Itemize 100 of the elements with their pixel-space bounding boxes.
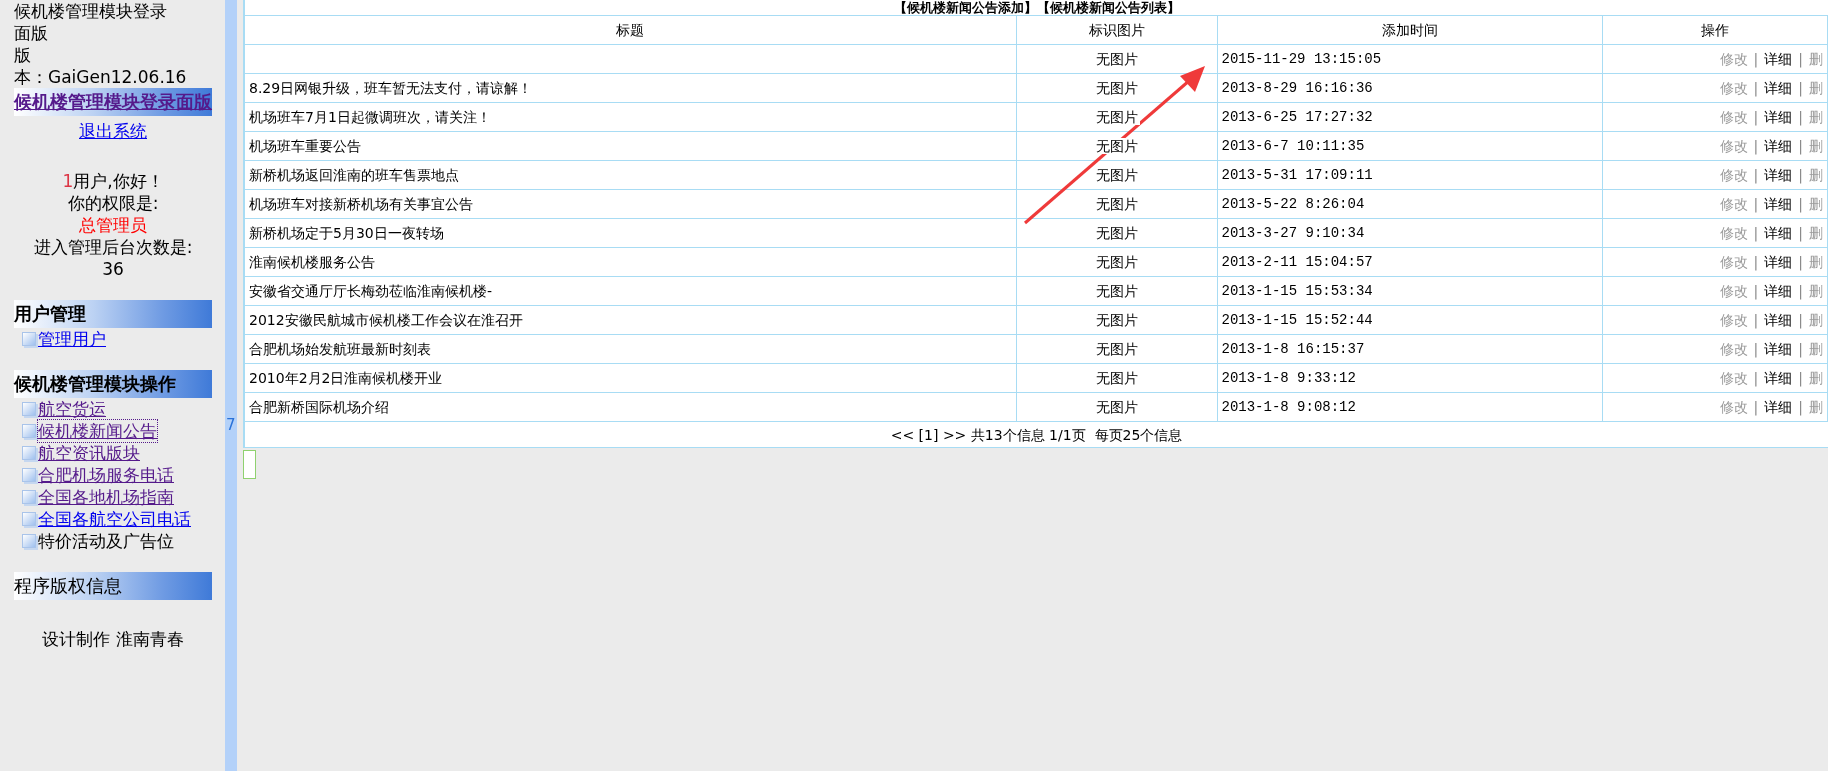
- action-link[interactable]: 详细: [1764, 108, 1793, 125]
- separator-text: |: [1753, 224, 1759, 241]
- separator-text: |: [1753, 398, 1759, 415]
- credit-text: 设计制作 淮南青春: [41, 628, 185, 650]
- title-cell: 机场班车对接新桥机场有关事宜公告: [244, 189, 1016, 219]
- image-cell: 无图片: [1093, 253, 1140, 270]
- bullet-icon: [22, 332, 36, 346]
- separator-text: |: [1753, 253, 1759, 270]
- image-cell: 无图片: [1093, 282, 1140, 299]
- version-text: 候机楼管理模块登录: [14, 0, 168, 22]
- action-link[interactable]: 详细: [1764, 224, 1793, 241]
- separator-text: |: [1798, 282, 1803, 299]
- title-cell: 机场班车7月1日起微调班次，请关注！: [244, 102, 1016, 132]
- image-cell: 无图片: [1093, 369, 1140, 386]
- splitter-label: 7: [226, 415, 236, 436]
- separator-text: |: [1753, 166, 1759, 183]
- action-link[interactable]: 详细: [1764, 166, 1793, 183]
- image-cell: 无图片: [1093, 340, 1140, 357]
- time-cell: 2013-5-22 8:26:04: [1217, 189, 1602, 219]
- nav-text: 特价活动及广告位: [38, 530, 174, 552]
- action-link[interactable]: 详细: [1764, 137, 1793, 154]
- separator-text: |: [1798, 224, 1803, 241]
- separator-text: |: [1798, 253, 1803, 270]
- bullet-icon: [22, 512, 36, 526]
- column-header: 标识图片: [1016, 15, 1217, 45]
- action-link[interactable]: 详细: [1764, 340, 1793, 357]
- page-link[interactable]: [1]: [918, 427, 939, 443]
- time-cell: 2013-6-25 17:27:32: [1217, 102, 1602, 132]
- separator-text: |: [1753, 195, 1759, 212]
- title-cell: 新桥机场返回淮南的班车售票地点: [244, 160, 1016, 190]
- action-link[interactable]: 详细: [1764, 253, 1793, 270]
- separator-text: |: [1798, 50, 1803, 67]
- nav-link-item[interactable]: 候机楼新闻公告: [38, 420, 157, 442]
- action-link[interactable]: 详细: [1764, 398, 1793, 415]
- separator-text: |: [1798, 340, 1803, 357]
- separator-text: |: [1798, 137, 1803, 154]
- separator-text: |: [1753, 282, 1759, 299]
- column-header: 标题: [244, 15, 1016, 45]
- nav-link-item[interactable]: 航空货运: [38, 398, 106, 420]
- nav-link-item[interactable]: 全国各地机场指南: [38, 486, 174, 508]
- action-link[interactable]: 详细: [1764, 282, 1793, 299]
- page-summary: 共13个信息 1/1页: [970, 427, 1086, 443]
- time-cell: 2015-11-29 13:15:05: [1217, 44, 1602, 74]
- visits-count: 36: [101, 258, 125, 280]
- column-header: 添加时间: [1217, 15, 1602, 45]
- section-header: 程序版权信息: [14, 572, 212, 600]
- time-cell: 2013-1-8 9:08:12: [1217, 392, 1602, 422]
- visits-label: 进入管理后台次数是:: [32, 236, 194, 258]
- nav-link-item[interactable]: 合肥机场服务电话: [38, 464, 174, 486]
- action-link[interactable]: 详细: [1764, 311, 1793, 328]
- nav-link-item[interactable]: 航空资讯版块: [38, 442, 140, 464]
- title-cell: 新桥机场定于5月30日一夜转场: [244, 218, 1016, 248]
- image-cell: 无图片: [1093, 50, 1140, 67]
- time-cell: 2013-5-31 17:09:11: [1217, 160, 1602, 190]
- section-header: 用户管理: [14, 300, 212, 328]
- bullet-icon: [22, 468, 36, 482]
- image-cell: 无图片: [1093, 311, 1140, 328]
- separator-text: |: [1798, 369, 1803, 386]
- action-link[interactable]: 详细: [1764, 195, 1793, 212]
- separator-text: |: [1798, 166, 1803, 183]
- separator-text: |: [1798, 79, 1803, 96]
- nav-link-item[interactable]: 管理用户: [38, 328, 106, 350]
- separator-text: |: [1798, 108, 1803, 125]
- time-cell: 2013-1-8 9:33:12: [1217, 363, 1602, 393]
- action-link[interactable]: 详细: [1764, 369, 1793, 386]
- nav-link-item[interactable]: 全国各航空公司电话: [38, 508, 191, 530]
- separator-text: |: [1753, 108, 1759, 125]
- bullet-icon: [22, 446, 36, 460]
- separator-text: |: [1798, 398, 1803, 415]
- greeting-text: 1用户,你好！: [61, 170, 165, 192]
- prev-page-link[interactable]: <<: [890, 427, 915, 443]
- title-cell: 机场班车重要公告: [244, 131, 1016, 161]
- bullet-icon: [22, 534, 36, 548]
- heading-link[interactable]: 【候机楼新闻公告添加】: [893, 0, 1037, 15]
- bullet-icon: [22, 424, 36, 438]
- version-text: 面版: [14, 22, 49, 44]
- image-cell: 无图片: [1093, 166, 1140, 183]
- image-cell: 无图片: [1093, 224, 1140, 241]
- image-cell: 无图片: [1093, 108, 1140, 125]
- bullet-icon: [22, 402, 36, 416]
- title-link[interactable]: 候机楼管理模块登录面版: [14, 91, 212, 112]
- heading-link[interactable]: 【候机楼新闻公告列表】: [1036, 0, 1180, 15]
- action-link[interactable]: 详细: [1764, 50, 1793, 67]
- permission-label: 你的权限是:: [66, 192, 160, 214]
- next-page-link[interactable]: >>: [942, 427, 967, 443]
- time-cell: 2013-8-29 16:16:36: [1217, 73, 1602, 103]
- column-header: 操作: [1602, 15, 1828, 45]
- role-text: 总管理员: [78, 214, 148, 236]
- time-cell: 2013-1-15 15:52:44: [1217, 305, 1602, 335]
- image-cell: 无图片: [1093, 137, 1140, 154]
- image-cell: 无图片: [1093, 195, 1140, 212]
- logout-link[interactable]: 退出系统: [79, 121, 147, 141]
- title-cell: 合肥新桥国际机场介绍: [244, 392, 1016, 422]
- image-cell: 无图片: [1093, 79, 1140, 96]
- action-link[interactable]: 详细: [1764, 79, 1793, 96]
- time-cell: 2013-2-11 15:04:57: [1217, 247, 1602, 277]
- separator-text: |: [1753, 311, 1759, 328]
- separator-text: |: [1753, 137, 1759, 154]
- separator-text: |: [1753, 340, 1759, 357]
- time-cell: 2013-1-15 15:53:34: [1217, 276, 1602, 306]
